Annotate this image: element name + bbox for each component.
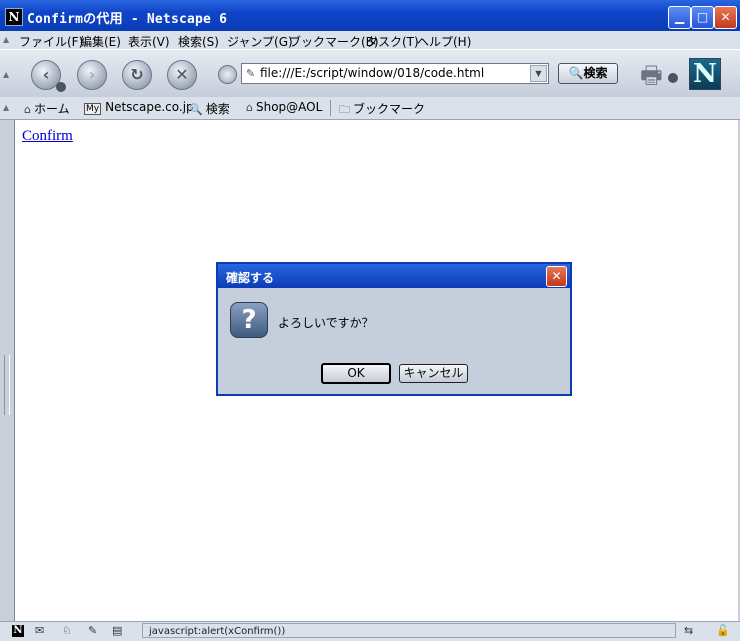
stop-button[interactable]: ✕ — [167, 60, 197, 90]
dialog-title: 確認する — [226, 271, 275, 285]
title-bar[interactable]: N Confirmの代用 - Netscape 6 ▁ □ ✕ — [0, 0, 740, 31]
bookmark-netscape[interactable]: My Netscape.co.jp — [84, 100, 194, 115]
search-icon: 🔍 — [189, 103, 203, 116]
navbar-grip-icon[interactable]: ▲ — [3, 70, 9, 80]
bookmark-home[interactable]: ⌂ ホーム — [24, 100, 70, 117]
mail-icon[interactable]: ✉ — [35, 624, 44, 637]
shop-icon: ⌂ — [246, 101, 253, 114]
menu-edit[interactable]: 編集(E) — [80, 33, 121, 50]
dialog-close-button[interactable]: ✕ — [546, 266, 567, 287]
dialog-title-bar[interactable]: 確認する ✕ — [218, 264, 570, 288]
print-icon[interactable]: 🖶 — [640, 58, 663, 99]
question-icon: ? — [230, 302, 268, 338]
address-book-icon[interactable]: ▤ — [112, 624, 122, 637]
online-status-icon[interactable]: ⇆ — [684, 624, 693, 637]
personal-toolbar: ▲ ⌂ ホーム My Netscape.co.jp 🔍 検索 ⌂ Shop@AOL 🗀 ブ… — [0, 97, 740, 120]
bookmark-shop[interactable]: ⌂ Shop@AOL — [246, 100, 322, 114]
status-bar: N ✉ ♘ ✎ ▤ javascript:alert(xConfirm()) ⇆… — [0, 621, 740, 641]
bookmark-search[interactable]: 🔍 検索 — [189, 100, 230, 117]
search-button[interactable]: 🔍検索 — [558, 63, 618, 84]
folder-icon: 🗀 — [339, 103, 350, 116]
window-title: Confirmの代用 - Netscape 6 — [27, 12, 228, 27]
netscape-app-icon: N — [5, 8, 23, 26]
forward-button[interactable]: › — [77, 60, 107, 90]
bookmark-folder-label: ブックマーク — [353, 102, 426, 116]
browser-window: N Confirmの代用 - Netscape 6 ▁ □ ✕ ▲ ファイル(F… — [0, 0, 740, 641]
bookmark-folder[interactable]: 🗀 ブックマーク — [339, 100, 425, 120]
confirm-link[interactable]: Confirm — [22, 128, 73, 145]
netscape-throbber-logo[interactable]: N — [689, 58, 721, 90]
sidebar-grip-icon[interactable] — [4, 355, 10, 415]
dialog-message: よろしいですか？ — [278, 316, 374, 330]
navigation-toolbar: ▲ ‹ › ↻ ✕ ✎ file:///E:/script/window/018… — [0, 49, 740, 99]
cancel-button[interactable]: キャンセル — [399, 364, 468, 383]
instant-messenger-icon[interactable]: ♘ — [62, 624, 72, 637]
menu-tasks[interactable]: タスク(T) — [366, 33, 419, 50]
print-dropdown-icon[interactable] — [668, 73, 678, 83]
url-history-dropdown-icon[interactable]: ▼ — [530, 65, 547, 82]
menu-go[interactable]: ジャンプ(G) — [227, 33, 293, 50]
bookmark-netscape-label: Netscape.co.jp — [105, 100, 194, 114]
security-lock-icon: 🔓 — [716, 624, 730, 637]
url-field[interactable]: ✎ file:///E:/script/window/018/code.html… — [241, 63, 549, 84]
reload-button[interactable]: ↻ — [122, 60, 152, 90]
menu-bar: ▲ ファイル(F) 編集(E) 表示(V) 検索(S) ジャンプ(G) ブックマ… — [0, 31, 740, 49]
composer-icon[interactable]: ✎ — [88, 624, 97, 637]
menu-help[interactable]: ヘルプ(H) — [417, 33, 471, 50]
bookmark-home-label: ホーム — [33, 102, 70, 116]
toolbar-separator — [330, 100, 331, 116]
sidebar-splitter[interactable] — [0, 120, 13, 621]
ok-button[interactable]: OK — [321, 363, 391, 384]
back-history-dropdown-icon[interactable] — [56, 82, 66, 92]
menu-file[interactable]: ファイル(F) — [19, 33, 83, 50]
close-button[interactable]: ✕ — [714, 6, 737, 29]
netscape-status-icon[interactable]: N — [12, 625, 24, 637]
personalbar-grip-icon[interactable]: ▲ — [3, 103, 9, 113]
bookmark-search-label: 検索 — [205, 102, 230, 116]
status-text: javascript:alert(xConfirm()) — [142, 623, 676, 638]
page-proxy-icon[interactable]: ✎ — [246, 67, 255, 80]
my-icon: My — [84, 103, 102, 115]
menu-view[interactable]: 表示(V) — [128, 33, 170, 50]
menu-search[interactable]: 検索(S) — [178, 33, 219, 50]
minimize-button[interactable]: ▁ — [668, 6, 691, 29]
home-icon: ⌂ — [24, 103, 31, 116]
menubar-grip-icon[interactable]: ▲ — [3, 35, 9, 45]
maximize-button[interactable]: □ — [691, 6, 714, 29]
confirm-dialog: 確認する ✕ ? よろしいですか？ OK キャンセル — [216, 262, 572, 396]
bookmark-shop-label: Shop@AOL — [255, 100, 323, 114]
url-text: file:///E:/script/window/018/code.html — [260, 66, 485, 80]
url-menu-button[interactable] — [218, 65, 237, 84]
